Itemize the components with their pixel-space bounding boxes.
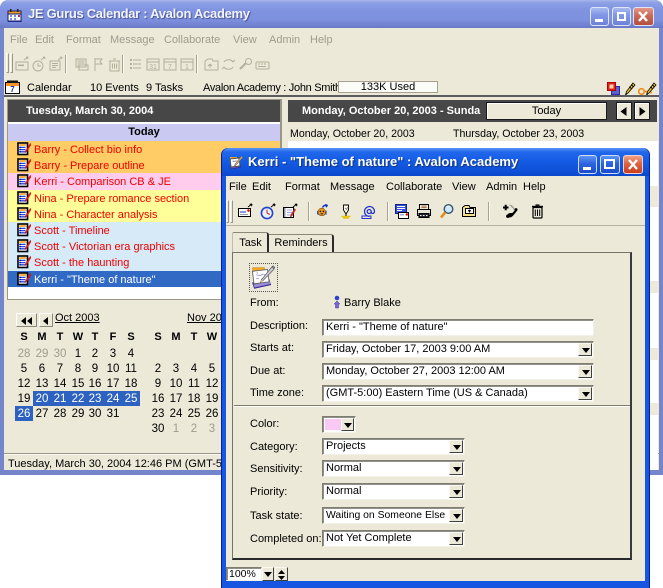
svg-text:1: 1 — [185, 64, 189, 71]
svg-text:7: 7 — [168, 64, 172, 71]
svg-text:7: 7 — [10, 85, 15, 94]
svg-text:31: 31 — [149, 64, 157, 71]
